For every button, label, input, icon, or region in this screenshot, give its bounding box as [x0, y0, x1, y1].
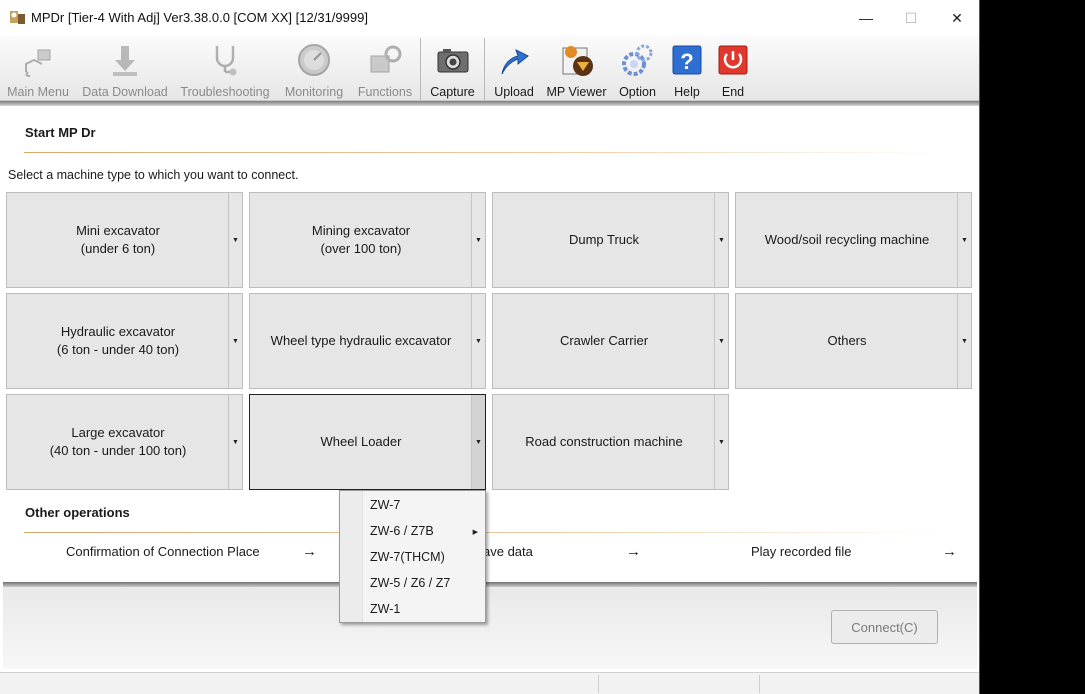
dropdown-arrow-icon[interactable]: ▼: [471, 395, 485, 489]
menu-item-zw-1[interactable]: ZW-1: [370, 602, 400, 616]
machine-others-button[interactable]: Others ▼: [735, 293, 972, 389]
title-bar: MPDr [Tier-4 With Adj] Ver3.38.0.0 [COM …: [0, 0, 979, 36]
machine-label: Dump Truck: [568, 232, 640, 247]
machine-label: Mining excavator: [311, 223, 411, 238]
app-logo-icon: [10, 11, 25, 24]
status-separator: [598, 675, 599, 693]
gears-icon: [618, 40, 658, 80]
help-icon: ?: [667, 40, 707, 80]
toolbar-option-button[interactable]: Option: [615, 36, 660, 101]
gauge-icon: [294, 40, 334, 80]
machine-label: Wood/soil recycling machine: [764, 232, 930, 247]
machine-mini-excavator-button[interactable]: Mini excavator (under 6 ton) ▼: [6, 192, 243, 288]
toolbar-upload-button[interactable]: Upload: [490, 36, 538, 101]
dropdown-arrow-icon[interactable]: ▼: [471, 294, 485, 388]
toolbar-data-download-button[interactable]: Data Download: [82, 36, 168, 101]
machine-wheel-loader-button[interactable]: Wheel Loader ▼: [249, 394, 486, 490]
machine-mining-excavator-button[interactable]: Mining excavator (over 100 ton) ▼: [249, 192, 486, 288]
maximize-button[interactable]: ☐: [888, 0, 934, 36]
machine-label: Mini excavator: [76, 223, 160, 238]
toolbar-shadow: [0, 101, 979, 106]
window-title: MPDr [Tier-4 With Adj] Ver3.38.0.0 [COM …: [31, 10, 368, 25]
machine-large-excavator-button[interactable]: Large excavator (40 ton - under 100 ton) …: [6, 394, 243, 490]
dropdown-arrow-icon[interactable]: ▼: [714, 395, 728, 489]
menu-item-zw-7-thcm[interactable]: ZW-7(THCM): [370, 550, 445, 564]
dropdown-arrow-icon[interactable]: ▼: [228, 395, 242, 489]
machine-label: Others: [827, 333, 867, 348]
stethoscope-icon: [205, 40, 245, 80]
other-operations-title: Other operations: [25, 505, 130, 520]
dropdown-arrow-icon[interactable]: ▼: [228, 193, 242, 287]
status-bar: [0, 672, 979, 694]
submenu-arrow-icon: ▶: [472, 529, 478, 536]
toolbar-mp-viewer-button[interactable]: MP Viewer: [545, 36, 608, 101]
minimize-button[interactable]: —: [843, 0, 889, 36]
menu-item-zw-7[interactable]: ZW-7: [370, 498, 400, 512]
menu-item-zw-5-z6-z7[interactable]: ZW-5 / Z6 / Z7: [370, 576, 450, 590]
machine-label: Road construction machine: [525, 434, 683, 449]
page-title: Start MP Dr: [25, 125, 96, 140]
machine-dump-truck-button[interactable]: Dump Truck ▼: [492, 192, 729, 288]
machine-road-construction-button[interactable]: Road construction machine ▼: [492, 394, 729, 490]
section-divider: [24, 152, 944, 153]
dropdown-arrow-icon[interactable]: ▼: [957, 193, 971, 287]
toolbar-separator: [420, 38, 421, 100]
machine-label: Wheel Loader: [320, 434, 402, 449]
machine-sublabel: (over 100 ton): [320, 241, 402, 256]
toolbar-main-menu-button[interactable]: Main Menu: [5, 36, 71, 101]
toolbar-troubleshooting-button[interactable]: Troubleshooting: [180, 36, 270, 101]
machine-sublabel: (40 ton - under 100 ton): [49, 443, 187, 458]
wheel-loader-model-menu: ZW-7 ZW-6 / Z7B ▶ ZW-7(THCM) ZW-5 / Z6 /…: [339, 490, 486, 623]
machine-label: Crawler Carrier: [559, 333, 649, 348]
app-window: MPDr [Tier-4 With Adj] Ver3.38.0.0 [COM …: [0, 0, 980, 694]
play-recorded-file-link[interactable]: Play recorded file: [751, 544, 851, 559]
toolbar-help-button[interactable]: ? Help: [666, 36, 708, 101]
svg-text:?: ?: [680, 49, 693, 74]
toolbar-separator: [484, 38, 485, 100]
machine-label: Wheel type hydraulic excavator: [270, 333, 452, 348]
save-data-link[interactable]: ave data: [483, 544, 533, 559]
confirm-connection-link[interactable]: Confirmation of Connection Place: [66, 544, 260, 559]
machine-wheel-type-excavator-button[interactable]: Wheel type hydraulic excavator ▼: [249, 293, 486, 389]
main-menu-icon: [18, 40, 58, 80]
toolbar: Main Menu Data Download Troubleshooting …: [0, 36, 979, 101]
dropdown-arrow-icon[interactable]: ▼: [714, 294, 728, 388]
download-icon: [105, 40, 145, 80]
functions-icon: [365, 40, 405, 80]
status-separator: [759, 675, 760, 693]
viewer-icon: [557, 40, 597, 80]
machine-label: Large excavator: [71, 425, 165, 440]
arrow-right-icon[interactable]: →: [626, 543, 641, 560]
machine-hydraulic-excavator-button[interactable]: Hydraulic excavator (6 ton - under 40 ton…: [6, 293, 243, 389]
machine-sublabel: (under 6 ton): [80, 241, 156, 256]
dropdown-arrow-icon[interactable]: ▼: [228, 294, 242, 388]
toolbar-monitoring-button[interactable]: Monitoring: [282, 36, 346, 101]
arrow-right-icon[interactable]: →: [302, 543, 317, 560]
connect-button[interactable]: Connect(C): [831, 610, 938, 644]
close-button[interactable]: ✕: [934, 0, 979, 36]
machine-label: Hydraulic excavator: [60, 324, 176, 339]
dropdown-arrow-icon[interactable]: ▼: [714, 193, 728, 287]
dropdown-arrow-icon[interactable]: ▼: [957, 294, 971, 388]
toolbar-capture-button[interactable]: Capture: [425, 36, 480, 101]
camera-icon: [433, 40, 473, 80]
machine-crawler-carrier-button[interactable]: Crawler Carrier ▼: [492, 293, 729, 389]
power-icon: [713, 40, 753, 80]
machine-wood-soil-recycling-button[interactable]: Wood/soil recycling machine ▼: [735, 192, 972, 288]
toolbar-functions-button[interactable]: Functions: [354, 36, 416, 101]
upload-icon: [494, 40, 534, 80]
machine-sublabel: (6 ton - under 40 ton): [56, 342, 180, 357]
dropdown-arrow-icon[interactable]: ▼: [471, 193, 485, 287]
menu-item-zw-6-z7b[interactable]: ZW-6 / Z7B: [370, 524, 434, 538]
toolbar-end-button[interactable]: End: [712, 36, 754, 101]
menu-gutter: [340, 491, 363, 622]
arrow-right-icon[interactable]: →: [942, 543, 957, 560]
instruction-text: Select a machine type to which you want …: [8, 168, 299, 182]
